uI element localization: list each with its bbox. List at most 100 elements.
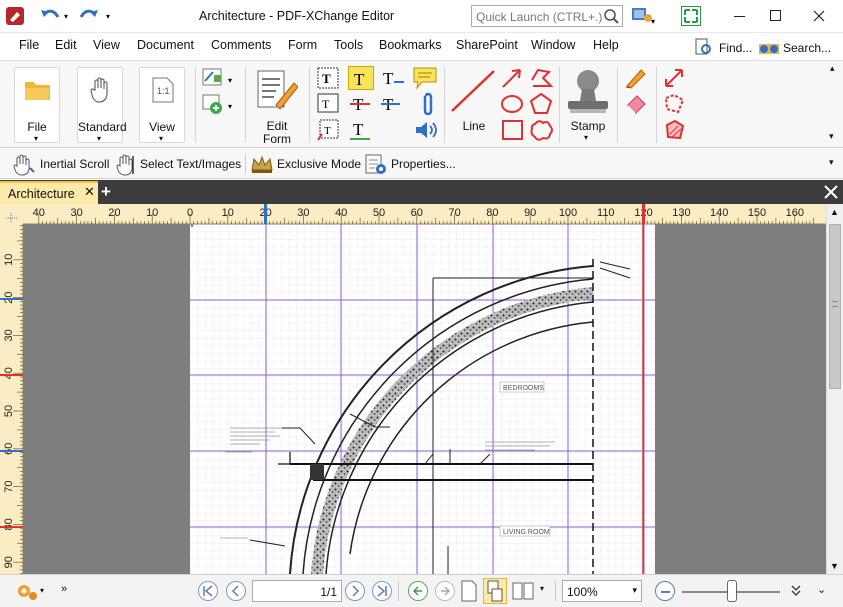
- ruler-marker[interactable]: [0, 450, 23, 452]
- statusbar-more-icon[interactable]: ⌄: [817, 583, 826, 596]
- toolbar2-expand-icon[interactable]: ▾: [829, 157, 834, 168]
- horizontal-ruler[interactable]: 4030201001020304050607080901001101201301…: [23, 204, 826, 224]
- continuous-page-icon[interactable]: [483, 578, 507, 604]
- rectangle-icon[interactable]: [500, 118, 526, 142]
- file-button[interactable]: File ▾: [14, 67, 60, 143]
- edit-form-button[interactable]: Edit Form: [252, 67, 302, 146]
- view-button[interactable]: 1:1 View ▾: [139, 67, 185, 143]
- ruler-marker[interactable]: [642, 204, 645, 224]
- fullscreen-icon[interactable]: [681, 6, 701, 26]
- close-window-button[interactable]: [809, 6, 829, 26]
- find-button[interactable]: Find...: [693, 36, 753, 58]
- strikeout-icon[interactable]: T: [348, 92, 374, 116]
- underline-icon[interactable]: T: [348, 118, 374, 142]
- pencil-icon[interactable]: [623, 66, 649, 90]
- cloud-icon[interactable]: [529, 118, 555, 142]
- menu-help[interactable]: Help: [593, 38, 619, 52]
- vertical-scrollbar[interactable]: ▲ ▼: [826, 204, 843, 574]
- menu-window[interactable]: Window: [531, 38, 575, 52]
- sticky-note-icon[interactable]: [412, 66, 442, 90]
- menu-file[interactable]: File: [19, 38, 39, 52]
- menu-view[interactable]: View: [93, 38, 120, 52]
- exclusive-mode-button[interactable]: Exclusive Mode: [250, 152, 362, 176]
- menu-edit[interactable]: Edit: [55, 38, 77, 52]
- menu-comments[interactable]: Comments: [211, 38, 271, 52]
- attachment-icon[interactable]: [412, 92, 442, 116]
- zoom-slider-thumb[interactable]: [727, 580, 737, 602]
- ruler-marker[interactable]: [0, 298, 23, 300]
- statusbar-expand-icon[interactable]: »: [61, 583, 67, 595]
- settings-gear-icon[interactable]: [14, 580, 40, 602]
- document-canvas[interactable]: BEDROOMS LIVING ROOM: [23, 224, 826, 574]
- redo-dropdown-icon[interactable]: ▾: [106, 12, 110, 21]
- previous-page-button[interactable]: [226, 581, 246, 601]
- zoom-select[interactable]: 100% ▾: [562, 580, 642, 602]
- maximize-button[interactable]: [768, 8, 784, 24]
- ruler-corner[interactable]: [0, 204, 23, 224]
- ribbon-expand-icon[interactable]: ▾: [829, 131, 834, 142]
- view-options-dropdown-icon[interactable]: ▾: [540, 584, 544, 593]
- distance-tool-icon[interactable]: [662, 66, 688, 90]
- text-box-icon[interactable]: T: [316, 66, 340, 90]
- single-page-icon[interactable]: [459, 579, 479, 603]
- sound-icon[interactable]: [412, 118, 442, 142]
- zoom-out-button[interactable]: [655, 581, 675, 601]
- next-view-button[interactable]: [435, 581, 455, 601]
- callout-icon[interactable]: T: [316, 92, 340, 116]
- new-tab-icon[interactable]: +: [101, 182, 117, 202]
- menu-bookmarks[interactable]: Bookmarks: [379, 38, 442, 52]
- line-tool-button[interactable]: Line: [449, 67, 499, 143]
- minimize-button[interactable]: [724, 8, 754, 24]
- zoom-dropdown-icon[interactable]: ▾: [632, 585, 637, 596]
- undo-dropdown-icon[interactable]: ▾: [64, 12, 68, 21]
- menu-tools[interactable]: Tools: [334, 38, 363, 52]
- arrow-tool-icon[interactable]: [500, 66, 526, 90]
- ribbon-scroll-up-icon[interactable]: ▴: [830, 63, 835, 74]
- ruler-marker[interactable]: [0, 526, 23, 528]
- redo-icon[interactable]: [77, 5, 101, 27]
- typewriter-tool-icon[interactable]: ▾: [201, 66, 237, 90]
- eraser-icon[interactable]: [623, 92, 649, 116]
- tab-architecture[interactable]: Architecture ✕: [0, 181, 98, 204]
- close-document-icon[interactable]: [822, 183, 840, 201]
- vertical-ruler[interactable]: 10 20 30 40 50 60 70 80 90: [0, 221, 23, 582]
- first-page-button[interactable]: [198, 581, 218, 601]
- ruler-label: 0: [187, 207, 193, 219]
- inertial-scroll-button[interactable]: Inertial Scroll: [10, 152, 110, 176]
- typewriter-icon[interactable]: T: [348, 66, 374, 90]
- tab-close-icon[interactable]: ✕: [84, 184, 95, 200]
- stamp-button[interactable]: Stamp ▾: [562, 67, 614, 143]
- menu-sharepoint[interactable]: SharePoint: [456, 38, 518, 52]
- facing-pages-icon[interactable]: [511, 579, 537, 603]
- ellipse-icon[interactable]: [500, 92, 526, 116]
- search-button[interactable]: Search...: [757, 36, 837, 58]
- menu-form[interactable]: Form: [288, 38, 317, 52]
- scroll-up-icon[interactable]: ▲: [830, 207, 839, 217]
- zoom-in-button[interactable]: [786, 581, 806, 601]
- ui-options-icon[interactable]: ▾: [631, 6, 657, 26]
- scroll-down-icon[interactable]: ▼: [830, 561, 839, 571]
- select-text-button[interactable]: Select Text/Images: [113, 152, 243, 176]
- previous-view-button[interactable]: [408, 581, 428, 601]
- last-page-button[interactable]: [372, 581, 392, 601]
- ruler-marker[interactable]: [264, 204, 267, 224]
- insert-text-icon[interactable]: T: [316, 118, 340, 142]
- area-tool-icon[interactable]: [662, 118, 688, 142]
- standard-button[interactable]: Standard ▾: [77, 67, 127, 143]
- replace-text-icon[interactable]: T: [380, 92, 406, 116]
- menu-document[interactable]: Document: [137, 38, 194, 52]
- pdf-page[interactable]: BEDROOMS LIVING ROOM: [190, 224, 655, 574]
- properties-button[interactable]: Properties...: [364, 152, 464, 176]
- ruler-marker[interactable]: [0, 374, 23, 376]
- page-number-input[interactable]: 1/1: [252, 580, 342, 602]
- settings-dropdown-icon[interactable]: ▾: [40, 586, 44, 595]
- perimeter-tool-icon[interactable]: [662, 92, 688, 116]
- undo-icon[interactable]: [38, 5, 62, 27]
- add-page-icon[interactable]: ▾: [201, 92, 237, 116]
- text-edit-icon[interactable]: T: [380, 66, 406, 90]
- app-logo-icon[interactable]: [6, 7, 24, 25]
- quick-launch-input[interactable]: Quick Launch (CTRL+.): [471, 5, 623, 27]
- polygon-icon[interactable]: [529, 92, 555, 116]
- polyline-icon[interactable]: [529, 66, 555, 90]
- next-page-button[interactable]: [345, 581, 365, 601]
